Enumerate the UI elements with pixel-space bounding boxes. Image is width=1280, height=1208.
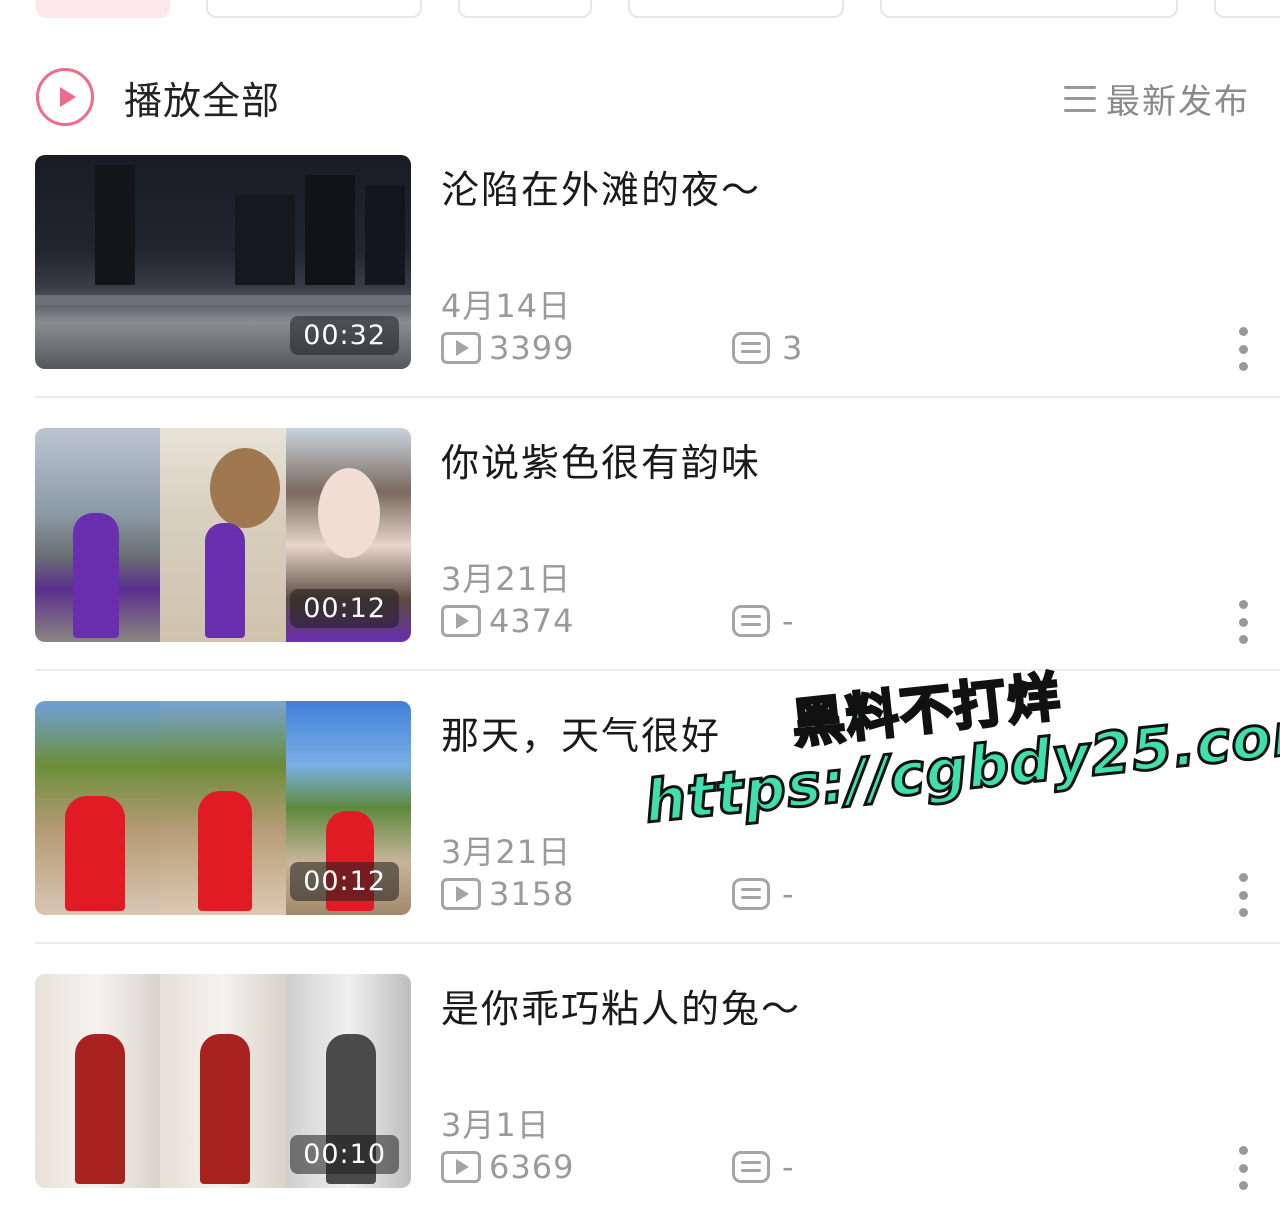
video-date: 3月21日 [441, 560, 572, 598]
thumbnail-panel [35, 428, 161, 642]
video-date: 4月14日 [441, 287, 572, 325]
thumbnail-panel [160, 428, 286, 642]
comment-count: - [782, 602, 794, 640]
comment-count: 3 [782, 329, 803, 367]
play-count-icon [441, 1151, 481, 1183]
view-count: 3158 [489, 875, 575, 913]
video-stats: 3158 - [441, 875, 794, 913]
filter-chip[interactable] [1214, 0, 1280, 18]
duration-badge: 00:32 [290, 316, 399, 355]
duration-badge: 00:12 [290, 589, 399, 628]
play-all-label: 播放全部 [124, 78, 281, 123]
video-title[interactable]: 是你乖巧粘人的兔～ [441, 978, 801, 1033]
comment-icon [732, 1151, 770, 1183]
video-date: 3月21日 [441, 833, 572, 871]
video-date: 3月1日 [441, 1106, 550, 1144]
filter-chip-row [0, 0, 1280, 18]
divider [35, 396, 1280, 398]
filter-chip[interactable] [458, 0, 592, 18]
thumbnail-panel [160, 701, 286, 915]
comment-stat: 3 [732, 329, 852, 367]
thumbnail-panel [160, 974, 286, 1188]
video-stats: 3399 3 [441, 329, 802, 367]
more-options-icon[interactable] [1232, 327, 1254, 371]
more-options-icon[interactable] [1232, 600, 1254, 644]
more-options-icon[interactable] [1232, 1146, 1254, 1190]
video-thumbnail[interactable]: 00:32 [35, 155, 411, 369]
view-count: 3399 [489, 329, 575, 367]
menu-lines-icon [1064, 85, 1096, 112]
filter-chip[interactable] [206, 0, 422, 18]
video-list: 00:32 沦陷在外滩的夜～ 4月14日 3399 3 00:12 你说紫色很有… [0, 155, 1280, 1208]
filter-chip-active[interactable] [36, 0, 170, 18]
comment-icon [732, 878, 770, 910]
comment-stat: - [732, 875, 852, 913]
video-thumbnail[interactable]: 00:12 [35, 428, 411, 642]
play-count-icon [441, 878, 481, 910]
video-stats: 4374 - [441, 602, 794, 640]
thumbnail-panel [35, 974, 161, 1188]
video-title[interactable]: 那天，天气很好 [441, 705, 721, 760]
video-item[interactable]: 00:12 你说紫色很有韵味 3月21日 4374 - [0, 428, 1280, 701]
comment-count: - [782, 1148, 794, 1186]
play-count-icon [441, 332, 481, 364]
thumbnail-panel [35, 701, 161, 915]
video-item[interactable]: 00:10 是你乖巧粘人的兔～ 3月1日 6369 - [0, 974, 1280, 1208]
video-thumbnail[interactable]: 00:12 [35, 701, 411, 915]
play-circle-icon [36, 68, 94, 126]
duration-badge: 00:12 [290, 862, 399, 901]
comment-stat: - [732, 1148, 852, 1186]
play-all-button[interactable]: 播放全部 [36, 68, 280, 126]
comment-stat: - [732, 602, 852, 640]
filter-chip[interactable] [880, 0, 1178, 18]
video-item[interactable]: 00:32 沦陷在外滩的夜～ 4月14日 3399 3 [0, 155, 1280, 428]
play-count-icon [441, 605, 481, 637]
more-options-icon[interactable] [1232, 873, 1254, 917]
sort-label: 最新发布 [1106, 82, 1250, 122]
comment-count: - [782, 875, 794, 913]
video-stats: 6369 - [441, 1148, 794, 1186]
view-count: 6369 [489, 1148, 575, 1186]
video-title[interactable]: 沦陷在外滩的夜～ [441, 159, 761, 214]
comment-icon [732, 332, 770, 364]
video-title[interactable]: 你说紫色很有韵味 [441, 432, 761, 487]
duration-badge: 00:10 [290, 1135, 399, 1174]
filter-chip[interactable] [628, 0, 844, 18]
divider [35, 942, 1280, 944]
sort-button[interactable]: 最新发布 [1064, 74, 1250, 123]
video-item[interactable]: 00:12 那天，天气很好 3月21日 3158 - [0, 701, 1280, 974]
comment-icon [732, 605, 770, 637]
video-thumbnail[interactable]: 00:10 [35, 974, 411, 1188]
view-count: 4374 [489, 602, 575, 640]
divider [35, 669, 1280, 671]
